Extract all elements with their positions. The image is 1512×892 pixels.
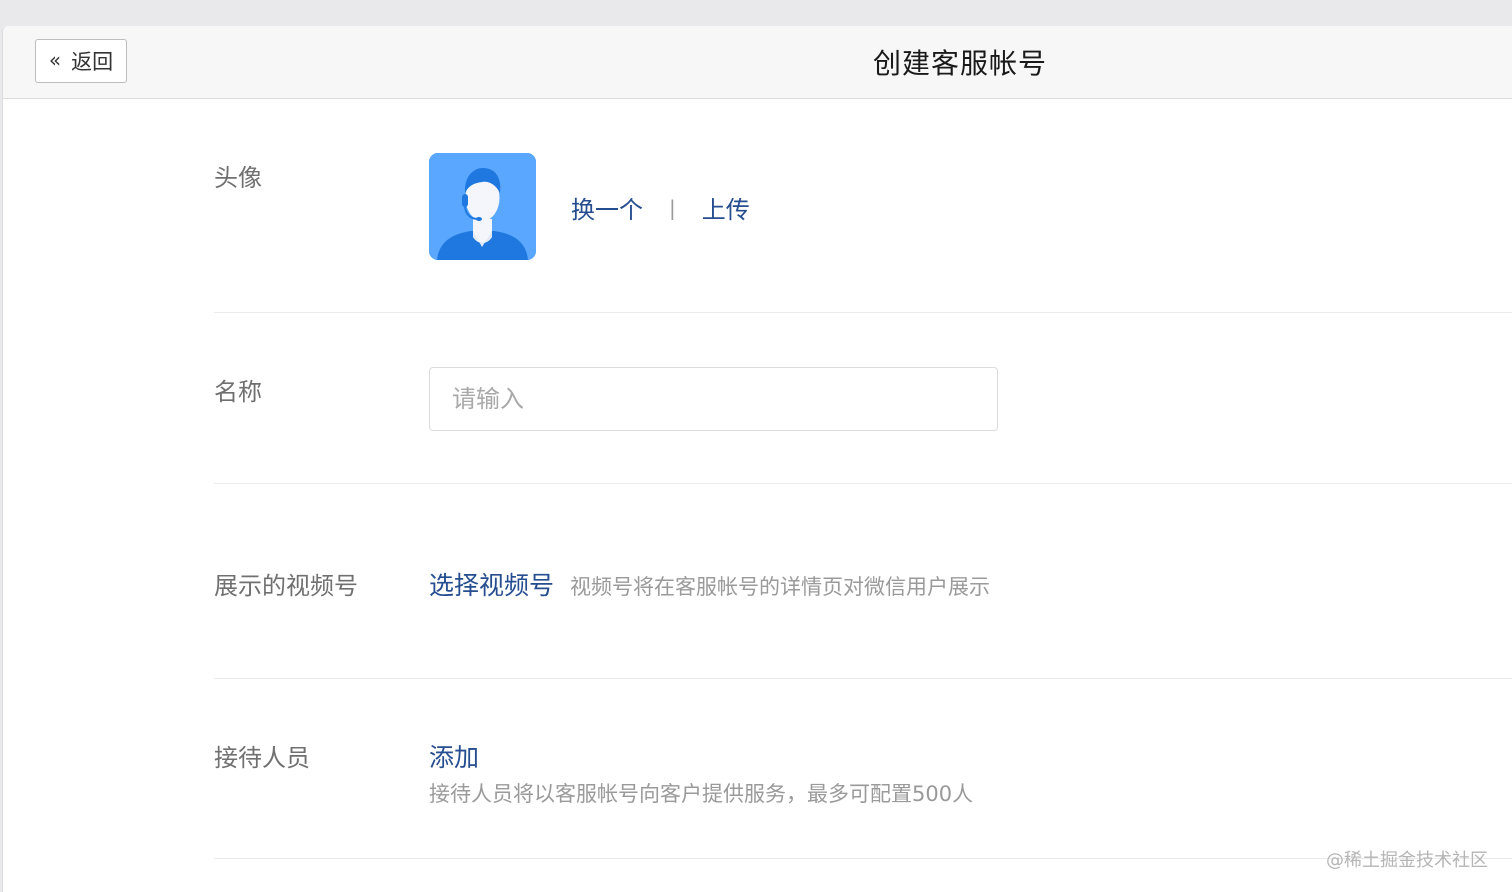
row-divider [214, 858, 1512, 859]
change-avatar-link[interactable]: 换一个 [571, 190, 643, 225]
staff-hint: 接待人员将以客服帐号向客户提供服务，最多可配置500人 [429, 782, 974, 806]
row-divider [214, 678, 1512, 679]
customer-service-avatar-icon [429, 153, 536, 260]
actions-separator: | [669, 195, 676, 220]
watermark: @稀土掘金技术社区 [1326, 850, 1488, 871]
video-account-label: 展示的视频号 [214, 572, 358, 600]
upload-avatar-link[interactable]: 上传 [702, 190, 750, 225]
staff-label: 接待人员 [214, 744, 310, 772]
video-account-hint: 视频号将在客服帐号的详情页对微信用户展示 [570, 575, 991, 599]
avatar-image [429, 153, 536, 260]
row-divider [214, 312, 1512, 313]
name-label: 名称 [214, 378, 262, 406]
avatar-actions: 换一个 | 上传 [571, 190, 750, 225]
name-input[interactable] [429, 367, 998, 431]
avatar-label: 头像 [214, 164, 262, 192]
page-title: 创建客服帐号 [872, 47, 1047, 80]
row-divider [214, 483, 1512, 484]
video-account-line: 选择视频号 视频号将在客服帐号的详情页对微信用户展示 [429, 566, 990, 602]
add-staff-link[interactable]: 添加 [429, 738, 479, 774]
select-video-account-link[interactable]: 选择视频号 [429, 566, 554, 602]
